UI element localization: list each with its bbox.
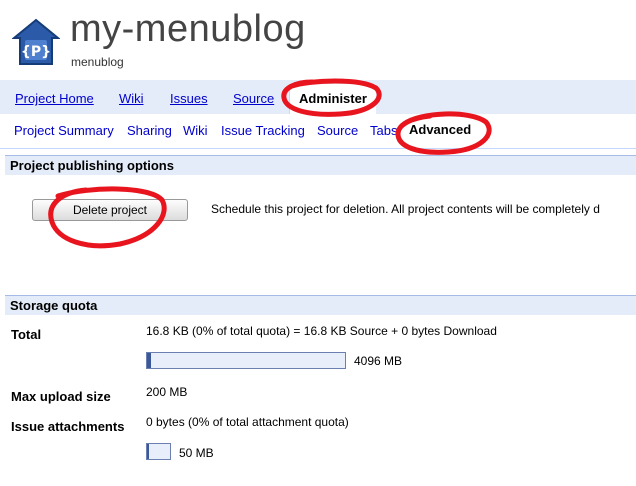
max-upload-value: 200 MB	[146, 385, 188, 399]
subtab-project-summary[interactable]: Project Summary	[14, 123, 114, 138]
logo-letter: {P}	[21, 44, 51, 60]
subtab-sharing[interactable]: Sharing	[127, 123, 172, 138]
delete-description: Schedule this project for deletion. All …	[211, 202, 600, 216]
subtab-issue-tracking[interactable]: Issue Tracking	[221, 123, 305, 138]
total-quota-fill	[147, 353, 151, 368]
attachments-quota-fill	[147, 444, 150, 459]
main-tab-bar: Project Home Wiki Issues Source Administ…	[0, 80, 636, 114]
max-upload-label: Max upload size	[11, 389, 111, 404]
project-logo-icon[interactable]: {P}	[11, 18, 61, 66]
tab-source[interactable]: Source	[233, 91, 274, 106]
issue-attachments-label: Issue attachments	[11, 419, 125, 434]
project-title[interactable]: my-menublog	[70, 8, 306, 51]
attachments-quota-caption: 50 MB	[179, 446, 214, 460]
total-quota-caption: 4096 MB	[354, 354, 403, 368]
storage-quota-heading: Storage quota	[5, 295, 636, 315]
issue-attachments-value: 0 bytes (0% of total attachment quota)	[146, 415, 349, 429]
publishing-options-heading: Project publishing options	[5, 155, 636, 175]
total-quota-bar	[146, 352, 346, 369]
subtab-tabs[interactable]: Tabs	[370, 123, 397, 138]
tab-administer[interactable]: Administer	[289, 84, 376, 114]
subtab-source[interactable]: Source	[317, 123, 358, 138]
subtab-advanced[interactable]: Advanced	[409, 122, 471, 137]
admin-sub-tab-bar: Project Summary Sharing Wiki Issue Track…	[0, 114, 636, 149]
delete-project-button[interactable]: Delete project	[32, 199, 188, 221]
attachments-quota-bar	[146, 443, 171, 460]
subtab-wiki[interactable]: Wiki	[183, 123, 208, 138]
tab-wiki[interactable]: Wiki	[119, 91, 144, 106]
total-value: 16.8 KB (0% of total quota) = 16.8 KB So…	[146, 324, 497, 338]
total-label: Total	[11, 327, 42, 342]
red-annotation-marks	[48, 78, 492, 249]
tab-project-home[interactable]: Project Home	[15, 91, 94, 106]
project-subtitle: menublog	[71, 55, 124, 69]
tab-issues[interactable]: Issues	[170, 91, 208, 106]
